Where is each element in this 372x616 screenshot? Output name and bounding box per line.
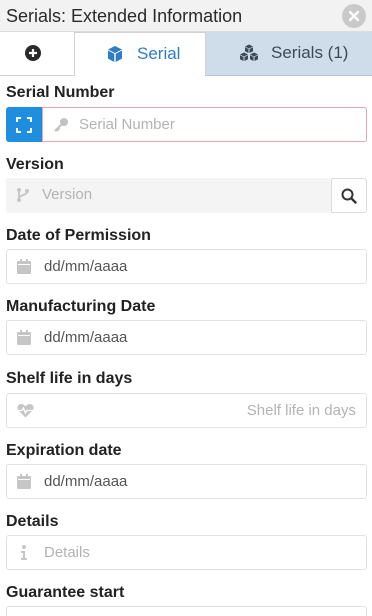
- close-button[interactable]: [342, 4, 366, 28]
- branch-icon: [17, 188, 29, 202]
- search-icon: [341, 188, 357, 204]
- details-label: Details: [6, 513, 59, 530]
- tab-bar: Serial Serials (1): [0, 32, 372, 76]
- close-icon: [348, 10, 360, 22]
- scan-icon: [16, 117, 32, 133]
- version-label: Version: [6, 156, 64, 173]
- expiration-date-input[interactable]: dd/mm/aaaa: [6, 464, 367, 499]
- shelf-life-placeholder: Shelf life in days: [246, 402, 356, 419]
- add-tab-button[interactable]: [0, 32, 66, 76]
- details-input[interactable]: Details: [6, 535, 367, 570]
- date-of-permission-label: Date of Permission: [6, 227, 151, 244]
- key-icon: [54, 118, 68, 132]
- calendar-icon: [17, 330, 31, 345]
- tab-serials-label: Serials (1): [271, 43, 349, 62]
- manufacturing-date-value: dd/mm/aaaa: [44, 329, 128, 346]
- serial-number-input[interactable]: Serial Number: [42, 107, 367, 142]
- version-placeholder: Version: [42, 186, 93, 203]
- shelf-life-input[interactable]: Shelf life in days: [6, 393, 367, 428]
- info-icon: [21, 545, 27, 560]
- plus-circle-icon: [25, 45, 41, 61]
- guarantee-start-input[interactable]: [6, 606, 367, 616]
- calendar-icon: [17, 474, 31, 489]
- expiration-date-label: Expiration date: [6, 442, 122, 459]
- details-placeholder: Details: [44, 544, 90, 561]
- heartbeat-icon: [17, 404, 34, 418]
- tab-serial-label: Serial: [137, 44, 181, 63]
- manufacturing-date-input[interactable]: dd/mm/aaaa: [6, 320, 367, 355]
- date-of-permission-value: dd/mm/aaaa: [44, 258, 128, 275]
- window-titlebar: Serials: Extended Information: [0, 0, 372, 32]
- calendar-icon: [17, 259, 31, 274]
- window-title: Serials: Extended Information: [6, 6, 243, 26]
- guarantee-start-label: Guarantee start: [6, 584, 125, 601]
- manufacturing-date-label: Manufacturing Date: [6, 298, 156, 315]
- scan-button[interactable]: [6, 107, 42, 142]
- tab-serial[interactable]: Serial: [74, 32, 206, 76]
- version-search-button[interactable]: [331, 178, 367, 213]
- serial-number-placeholder: Serial Number: [79, 116, 175, 133]
- expiration-date-value: dd/mm/aaaa: [44, 473, 128, 490]
- cubes-icon: [240, 44, 258, 61]
- date-of-permission-input[interactable]: dd/mm/aaaa: [6, 249, 367, 284]
- tab-serials[interactable]: Serials (1): [206, 32, 372, 76]
- cube-icon: [108, 46, 122, 62]
- shelf-life-label: Shelf life in days: [6, 370, 133, 387]
- version-input: Version: [6, 178, 331, 213]
- serial-number-label: Serial Number: [6, 84, 115, 101]
